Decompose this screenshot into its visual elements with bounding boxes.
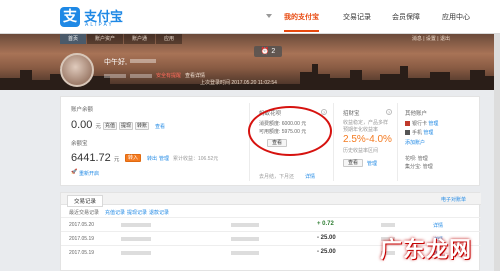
top-links[interactable]: 消息 | 设置 | 退出 — [412, 35, 450, 42]
profile-banner: 首页 账户资产 账户通 应用 消息 | 设置 | 退出 ⏰ 2 中午好, 安全有… — [0, 34, 500, 90]
account-blurred-2 — [130, 73, 152, 78]
bindings-title: 其他账户 — [405, 111, 428, 117]
username-blurred — [130, 59, 156, 63]
top-navbar: 支 支付宝 ALIPAY 我的支付宝 交易记录 会员保障 应用中心 — [0, 0, 500, 34]
recharge-button[interactable]: 充值 — [103, 122, 117, 130]
row-amount: - 25.00 — [317, 249, 336, 255]
yuebao-amount: 6441.72 元 — [71, 152, 120, 164]
yuebao-manage-link[interactable]: 管理 — [159, 155, 169, 162]
zhaocai-view-button[interactable]: 查看 — [343, 159, 363, 167]
refund-records-link[interactable]: 退款记录 — [149, 209, 169, 216]
logo-subtext: ALIPAY — [85, 22, 114, 28]
row-blurred — [121, 237, 151, 241]
yuebao-deposit-button[interactable]: 转入 — [125, 154, 141, 162]
sub-navigation: 首页 账户资产 账户通 应用 — [60, 34, 183, 44]
subnav-home[interactable]: 首页 — [60, 34, 87, 44]
huabei-detail-link[interactable]: 详情 — [305, 173, 315, 180]
row-detail-link[interactable]: 详情 — [433, 222, 443, 229]
avatar[interactable] — [60, 53, 94, 87]
e-statement-link[interactable]: 电子对账单 — [441, 196, 466, 203]
bank-manage-link[interactable]: 管理 — [428, 121, 438, 127]
nav-member-protection[interactable]: 会员保障 — [392, 12, 420, 22]
table-row[interactable]: 2017.05.20 + 0.72 详情 — [61, 217, 481, 231]
last-login-time: 上次登录时间 2017.05.20 11:02:54 — [200, 80, 277, 86]
yuebao-reopen-link[interactable]: 重新开启 — [79, 170, 99, 177]
recent-transactions-label: 最近交易记录 — [69, 210, 100, 216]
rocket-icon: 🚀 — [71, 169, 78, 175]
notification-button[interactable]: ⏰ 2 — [254, 46, 282, 57]
row-date: 2017.05.19 — [69, 236, 95, 242]
divider — [333, 103, 334, 181]
nav-transactions[interactable]: 交易记录 — [343, 12, 371, 22]
zhaocai-title: 招财宝 — [343, 111, 360, 117]
subnav-apps[interactable]: 应用 — [156, 34, 183, 44]
account-info-row: 安全有提醒 查看详情 — [104, 72, 205, 79]
row-blurred — [121, 223, 151, 227]
transaction-subheader: 最近交易记录 充值记录 提现记录 退款记录 电子对账单 — [61, 197, 481, 217]
account-blurred — [104, 73, 126, 78]
withdraw-button[interactable]: 提现 — [119, 122, 133, 130]
alipay-logo-icon[interactable]: 支 — [60, 7, 80, 27]
nav-caret-icon — [266, 14, 272, 18]
yuebao-cumulative: 累计收益：106.52元 — [173, 156, 219, 162]
page-scrollbar[interactable] — [494, 34, 500, 271]
yuebao-withdraw-link[interactable]: 转出 — [147, 155, 157, 162]
phone-row: 手机 管理 — [405, 129, 433, 136]
balance-view-link[interactable]: 查看 — [155, 123, 165, 130]
divider — [397, 103, 398, 181]
row-date: 2017.05.20 — [69, 222, 95, 228]
zhaocai-desc-3: 历史收益率区间 — [343, 148, 379, 154]
red-highlight-circle — [248, 106, 332, 156]
phone-manage-link[interactable]: 管理 — [423, 130, 433, 136]
nav-app-center[interactable]: 应用中心 — [442, 12, 470, 22]
huabei-manage-text[interactable]: 花呗: 管理 — [405, 155, 428, 162]
subnav-account[interactable]: 账户通 — [124, 34, 156, 44]
subnav-assets[interactable]: 账户资产 — [87, 34, 124, 44]
zhaocai-rate: 2.5%-4.0% — [343, 134, 392, 145]
row-date: 2017.05.19 — [69, 250, 95, 256]
withdraw-records-link[interactable]: 提现记录 — [127, 209, 147, 216]
zhaocai-desc-2: 预期年化收益率 — [343, 127, 379, 133]
row-blurred — [231, 251, 259, 255]
yuebao-title: 余额宝 — [71, 141, 88, 147]
row-blurred — [231, 237, 259, 241]
transfer-button[interactable]: 转账 — [135, 122, 149, 130]
recharge-records-link[interactable]: 充值记录 — [105, 209, 125, 216]
row-amount: + 0.72 — [317, 221, 334, 227]
help-icon[interactable]: ? — [386, 109, 392, 115]
huabei-bottom-text: 去月结，下月还 — [259, 174, 295, 180]
phone-icon — [405, 130, 410, 136]
security-alert: 安全有提醒 — [156, 73, 182, 79]
row-amount: - 25.00 — [317, 235, 336, 241]
divider — [249, 103, 250, 181]
add-account-link[interactable]: 添加账户 — [405, 139, 425, 146]
zhaocai-desc: 收益稳定，产品多样 — [343, 120, 389, 126]
bank-card-row: 银行卡 管理 — [405, 120, 438, 127]
nav-my-alipay[interactable]: 我的支付宝 — [284, 12, 319, 32]
bank-card-icon — [405, 121, 410, 127]
balance-amount: 0.00 元 — [71, 119, 101, 131]
row-blurred — [381, 223, 395, 227]
zhaocai-manage-link[interactable]: 管理 — [367, 160, 377, 167]
transaction-tabs: 交易记录 — [61, 193, 481, 207]
balance-title: 账户余额 — [71, 107, 94, 113]
security-detail-link[interactable]: 查看详情 — [185, 72, 205, 79]
points-manage-text[interactable]: 集分宝: 管理 — [405, 163, 433, 170]
greeting-text: 中午好, — [104, 59, 127, 66]
row-blurred — [231, 223, 259, 227]
site-watermark: 广东龙网 — [380, 238, 473, 263]
row-blurred — [121, 251, 151, 255]
